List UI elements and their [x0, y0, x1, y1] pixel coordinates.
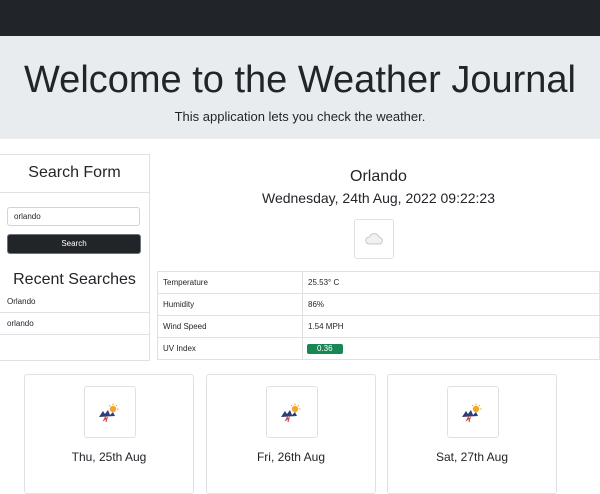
table-row: Wind Speed 1.54 MPH	[157, 315, 600, 338]
forecast-date: Sat, 27th Aug	[435, 450, 509, 464]
forecast-icon-box	[266, 386, 318, 438]
table-row: Humidity 86%	[157, 293, 600, 316]
metric-value: 0.36	[302, 337, 600, 360]
weather-metrics-table: Temperature 25.53° C Humidity 86% Wind S…	[157, 271, 600, 360]
search-form-title: Search Form	[28, 164, 121, 181]
recent-search-item[interactable]: orlando	[0, 313, 149, 335]
table-row: Temperature 25.53° C	[157, 271, 600, 294]
recent-searches-list: Orlando orlando	[0, 291, 149, 335]
metric-label: Humidity	[157, 293, 303, 316]
forecast-icon-box	[447, 386, 499, 438]
forecast-card: Thu, 25th Aug	[24, 374, 194, 494]
forecast-card: Sat, 27th Aug	[387, 374, 557, 494]
current-datetime: Wednesday, 24th Aug, 2022 09:22:23	[261, 190, 495, 206]
top-navbar	[0, 0, 600, 36]
thunderstorm-icon	[281, 403, 301, 422]
page-title: Welcome to the Weather Journal	[24, 59, 576, 101]
forecast-date: Thu, 25th Aug	[71, 450, 147, 464]
search-form-divider	[0, 192, 149, 193]
thunderstorm-icon	[99, 403, 119, 422]
metric-value: 86%	[302, 293, 600, 316]
current-weather-icon-box	[354, 219, 394, 259]
metric-value: 25.53° C	[302, 271, 600, 294]
search-button[interactable]: Search	[7, 234, 141, 254]
city-name: Orlando	[350, 168, 407, 185]
hero-banner: Welcome to the Weather Journal This appl…	[0, 36, 600, 139]
thunderstorm-icon	[462, 403, 482, 422]
page-subtitle: This application lets you check the weat…	[174, 109, 426, 124]
table-row: UV Index 0.36	[157, 337, 600, 360]
metric-label: Wind Speed	[157, 315, 303, 338]
search-sidebar: Search Form orlando Search Recent Search…	[0, 154, 150, 361]
uv-index-badge: 0.36	[307, 343, 343, 354]
forecast-date: Fri, 26th Aug	[256, 450, 326, 464]
recent-searches-title: Recent Searches	[13, 271, 136, 288]
current-weather-panel: Orlando Wednesday, 24th Aug, 2022 09:22:…	[157, 154, 600, 360]
forecast-icon-box	[84, 386, 136, 438]
metric-label: Temperature	[157, 271, 303, 294]
city-search-input[interactable]: orlando	[7, 207, 140, 226]
recent-search-item[interactable]: Orlando	[0, 291, 149, 313]
metric-value: 1.54 MPH	[302, 315, 600, 338]
metric-label: UV Index	[157, 337, 303, 360]
forecast-card: Fri, 26th Aug	[206, 374, 376, 494]
cloud-icon	[365, 233, 383, 245]
